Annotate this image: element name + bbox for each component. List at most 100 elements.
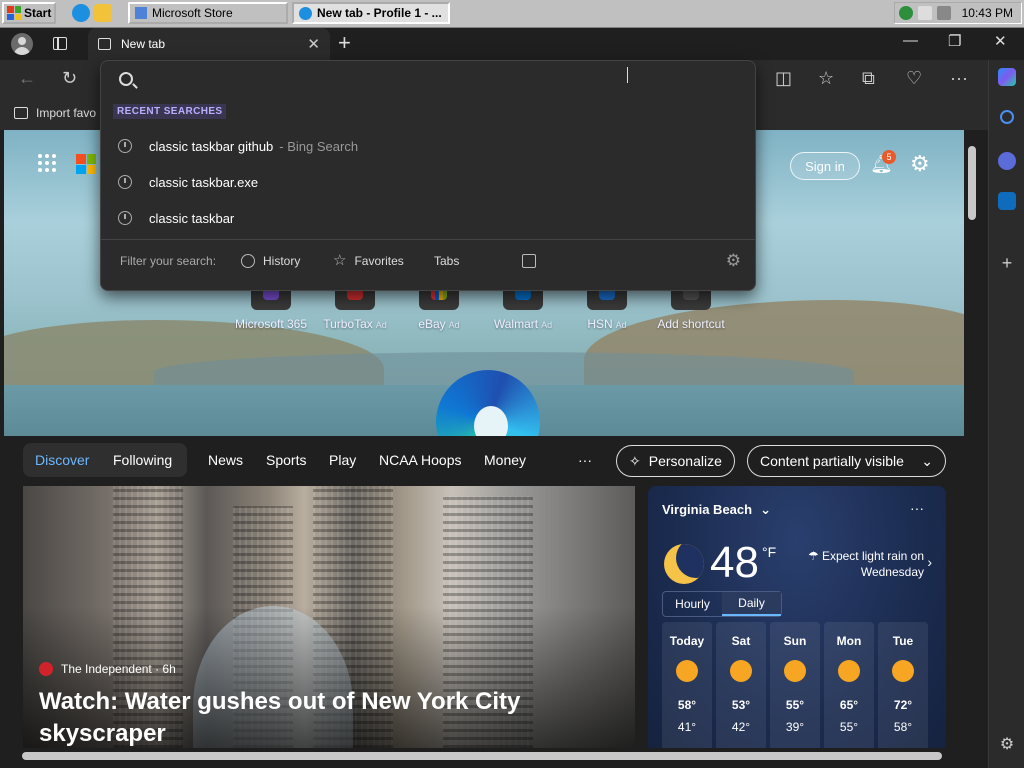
- forecast-high: 65°: [839, 698, 859, 712]
- filter-tabs-label: Tabs: [434, 254, 460, 268]
- close-window-icon[interactable]: ✕: [994, 32, 1007, 50]
- edge-icon: [299, 6, 312, 20]
- edge-sidebar: + ⚙: [988, 60, 1024, 768]
- favorites-star-icon[interactable]: ☆: [818, 68, 834, 89]
- ad-badge: Ad: [615, 320, 627, 330]
- shortcut-label: Add shortcut: [646, 317, 736, 331]
- security-icon[interactable]: [898, 6, 913, 20]
- shortcut-label-text: Walmart: [493, 317, 539, 331]
- suggestion-item[interactable]: classic taskbar: [101, 200, 755, 236]
- forecast-day-name: Mon: [836, 634, 862, 648]
- collections-icon[interactable]: ⧉: [862, 68, 875, 89]
- suggestion-item[interactable]: classic taskbar.exe: [101, 164, 755, 200]
- nav-more-icon[interactable]: ···: [578, 452, 592, 468]
- profile-avatar-icon[interactable]: [11, 33, 33, 55]
- weather-hourly-tab[interactable]: Hourly: [663, 592, 722, 616]
- sidebar-settings-gear-icon[interactable]: ⚙: [998, 736, 1016, 754]
- file-explorer-quicklaunch-icon[interactable]: [94, 4, 112, 22]
- new-tab-button[interactable]: +: [338, 30, 351, 56]
- shortcut-label-text: TurboTax: [323, 317, 373, 331]
- taskbar-window-edge[interactable]: New tab - Profile 1 - ...: [292, 2, 450, 24]
- partly-cloudy-icon: [838, 660, 860, 682]
- forecast-day[interactable]: Tue 72° 58°: [878, 622, 928, 748]
- forecast-day[interactable]: Sun 55° 39°: [770, 622, 820, 748]
- suggestion-item[interactable]: classic taskbar github - Bing Search: [101, 128, 755, 164]
- weather-forecast-summary[interactable]: ☂ Expect light rain on Wednesday: [794, 548, 924, 580]
- taskbar-window-store[interactable]: Microsoft Store: [128, 2, 288, 24]
- filter-favorites[interactable]: ☆ Favorites: [333, 252, 404, 269]
- start-label: Start: [24, 6, 52, 20]
- crescent-moon-icon: [664, 544, 704, 584]
- scrollbar-thumb[interactable]: [968, 146, 976, 220]
- personalize-button[interactable]: ✧ Personalize: [616, 445, 735, 477]
- weather-location[interactable]: Virginia Beach ⌄: [662, 502, 771, 518]
- back-icon[interactable]: ←: [18, 68, 36, 89]
- search-icon[interactable]: [1000, 110, 1014, 124]
- shortcut-label: HSN Ad: [562, 317, 652, 331]
- news-card-hero[interactable]: The Independent · 6h Watch: Water gushes…: [23, 486, 635, 748]
- partly-cloudy-icon: [892, 660, 914, 682]
- star-icon: ☆: [333, 252, 347, 269]
- suggestion-text: classic taskbar.exe: [149, 174, 259, 190]
- tab-discover[interactable]: Discover: [35, 452, 89, 468]
- tab-title: New tab: [121, 37, 166, 51]
- ad-badge: Ad: [448, 320, 460, 330]
- edge-quicklaunch-icon[interactable]: [72, 4, 90, 22]
- weather-card[interactable]: Virginia Beach ⌄ ··· 48 °F ☂ Expect ligh…: [648, 486, 946, 748]
- forecast-day[interactable]: Sat 53° 42°: [716, 622, 766, 748]
- shortcut-label: eBay Ad: [394, 317, 484, 331]
- vertical-scrollbar[interactable]: [964, 130, 980, 748]
- filter-history[interactable]: History: [241, 254, 300, 268]
- workspaces-icon[interactable]: [53, 37, 67, 50]
- app-launcher-icon[interactable]: [38, 154, 56, 172]
- network-icon[interactable]: [917, 6, 932, 20]
- tabs-icon: [522, 254, 536, 268]
- forecast-day[interactable]: Today 58° 41°: [662, 622, 712, 748]
- microsoft-logo-icon[interactable]: [76, 154, 96, 174]
- weather-more-icon[interactable]: ···: [910, 500, 924, 516]
- chevron-right-icon[interactable]: ›: [927, 554, 932, 570]
- split-screen-icon[interactable]: ◫: [775, 68, 792, 89]
- sunny-icon: [784, 660, 806, 682]
- nav-money[interactable]: Money: [484, 452, 526, 468]
- nav-news[interactable]: News: [208, 452, 243, 468]
- start-button[interactable]: Start: [2, 2, 56, 24]
- tab-following[interactable]: Following: [113, 452, 172, 468]
- restore-icon[interactable]: ❐: [948, 32, 961, 50]
- nav-sports[interactable]: Sports: [266, 452, 306, 468]
- chevron-down-icon: ⌄: [760, 502, 771, 517]
- page-settings-gear-icon[interactable]: ⚙: [910, 151, 930, 177]
- minimize-icon[interactable]: —: [903, 32, 918, 49]
- shortcut-label-text: HSN: [587, 317, 613, 331]
- tab-new-tab[interactable]: New tab ✕: [88, 28, 330, 60]
- clock[interactable]: 10:43 PM: [962, 6, 1013, 20]
- sign-in-button[interactable]: Sign in: [790, 152, 860, 180]
- add-sidebar-app-icon[interactable]: +: [998, 254, 1016, 272]
- shortcut-label: Walmart Ad: [478, 317, 568, 331]
- copilot-sidebar-icon[interactable]: [998, 152, 1016, 170]
- horizontal-scrollbar[interactable]: [4, 748, 980, 764]
- forecast-low: 58°: [893, 720, 913, 734]
- copilot-icon[interactable]: [998, 68, 1016, 86]
- article-headline[interactable]: Watch: Water gushes out of New York City…: [39, 686, 599, 748]
- scrollbar-thumb[interactable]: [22, 752, 942, 760]
- forecast-day-name: Tue: [892, 634, 914, 648]
- volume-muted-icon[interactable]: [936, 6, 951, 20]
- classic-taskbar: Start Microsoft Store New tab - Profile …: [0, 0, 1024, 28]
- outlook-icon[interactable]: [998, 192, 1016, 210]
- browser-essentials-icon[interactable]: ♡: [906, 68, 922, 89]
- import-favorites-button[interactable]: Import favo: [14, 106, 96, 120]
- search-icon: [119, 72, 133, 86]
- refresh-icon[interactable]: ↻: [62, 68, 77, 89]
- nav-ncaa-hoops[interactable]: NCAA Hoops: [379, 452, 461, 468]
- nav-play[interactable]: Play: [329, 452, 356, 468]
- search-settings-gear-icon[interactable]: ⚙: [726, 251, 741, 271]
- weather-daily-tab[interactable]: Daily: [722, 592, 781, 616]
- content-visibility-dropdown[interactable]: Content partially visible ⌄: [747, 445, 946, 477]
- settings-more-icon[interactable]: ···: [950, 68, 968, 89]
- shortcut-label-text: Microsoft 365: [234, 317, 308, 331]
- close-tab-icon[interactable]: ✕: [307, 35, 320, 53]
- forecast-day[interactable]: Mon 65° 55°: [824, 622, 874, 748]
- filter-tabs[interactable]: Tabs: [434, 254, 536, 268]
- feed-mode-toggle: Discover Following: [23, 443, 187, 477]
